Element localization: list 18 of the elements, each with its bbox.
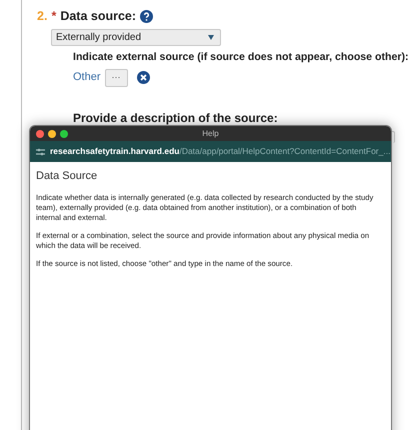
maximize-window-icon[interactable] <box>60 130 68 138</box>
page-url[interactable]: researchsafetytrain.harvard.edu/Data/app/portal/HelpContent?ContentId=ContentFor_... <box>50 145 390 158</box>
question-number: 2. <box>37 8 48 25</box>
external-source-label: Indicate external source (if source does not appear, choose other): <box>73 50 410 65</box>
close-window-icon[interactable] <box>36 130 44 138</box>
minimize-window-icon[interactable] <box>48 130 56 138</box>
required-asterisk: * <box>51 8 56 25</box>
other-link[interactable]: Other <box>73 69 101 86</box>
question-label: Data source: <box>60 8 136 25</box>
browse-button[interactable]: ··· <box>104 68 128 87</box>
remove-icon[interactable] <box>136 71 150 84</box>
description-label: Provide a description of the source: <box>73 110 279 127</box>
dropdown-caret-icon <box>208 34 214 40</box>
help-icon[interactable] <box>140 10 154 23</box>
help-heading: Data Source <box>36 169 98 184</box>
window-title: Help <box>202 128 219 140</box>
site-settings-icon[interactable] <box>36 148 45 156</box>
data-source-select[interactable]: Externally provided <box>51 28 221 46</box>
